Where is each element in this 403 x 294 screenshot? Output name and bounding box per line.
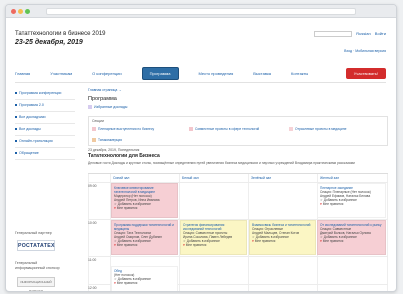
- schedule-grid: Синий зал Белый зал Зелёный зал Желтый з…: [88, 173, 388, 291]
- nav-contacts[interactable]: Контакты: [291, 71, 308, 76]
- session-title[interactable]: Программа поддержки тататехнологий и мед…: [114, 223, 175, 231]
- section-label: Совместные проекты в сфере технологий: [195, 127, 260, 131]
- favorites-link[interactable]: Избранные доклады: [88, 105, 386, 110]
- sidebar-item-talks[interactable]: Все доклады: [15, 124, 75, 136]
- section-label: Отраслевые проекты в медицине: [295, 127, 347, 131]
- like-link[interactable]: ♥ Мне нравится: [114, 206, 175, 210]
- heart-icon: ♥: [114, 243, 116, 247]
- language-switch[interactable]: Russian: [356, 31, 370, 36]
- sections-filter: Секции Пленарные выступления по бизнесу …: [88, 116, 388, 146]
- like-label: Мне нравится: [116, 281, 138, 285]
- session-card[interactable]: Программа поддержки тататехнологий и мед…: [111, 220, 178, 255]
- header-links[interactable]: Вход · Мобильная версия: [344, 49, 386, 54]
- sidebar-item-program[interactable]: Программа конференции: [15, 88, 75, 100]
- column-header: Синий зал: [113, 176, 130, 180]
- section-joint[interactable]: Совместные проекты в сфере технологий: [189, 127, 269, 131]
- like-label: Мне нравится: [116, 206, 138, 210]
- section-swatch: [189, 127, 193, 131]
- section-plenary[interactable]: Пленарные выступления по бизнесу: [92, 127, 162, 131]
- like-link[interactable]: ♥ Мне нравится: [252, 239, 313, 243]
- favorites-icon: [88, 105, 92, 110]
- session-card[interactable]: Ключевое инвестирование тататехнологий в…: [111, 183, 178, 218]
- general-partner-label: Генеральный партнер: [15, 231, 52, 235]
- session-card[interactable]: Стратегия финансирования исследований те…: [180, 220, 247, 255]
- heart-icon: ♥: [320, 239, 322, 243]
- section-commerce[interactable]: Татакоммерция: [92, 138, 172, 142]
- section-label: Татакоммерция: [98, 138, 122, 142]
- time-label: 09:00: [88, 184, 97, 188]
- column-header: Желтый зал: [320, 176, 340, 180]
- sponsor-logo[interactable]: ИНФОРМАЦИОННЫЙ ПАРТНЕР: [17, 277, 55, 291]
- nav-about[interactable]: О конференции: [92, 71, 121, 76]
- like-label: Мне нравится: [322, 202, 344, 206]
- session-card[interactable]: Взаимосвязь бизнеса и тататехнологий Сек…: [249, 220, 316, 255]
- section-swatch: [92, 138, 96, 142]
- like-label: Мне нравится: [322, 239, 344, 243]
- window-titlebar: [6, 5, 396, 18]
- sidebar: Программа конференции Программа 2.0 Все …: [15, 88, 75, 160]
- like-link[interactable]: ♥ Мне нравится: [183, 243, 244, 247]
- section-industry[interactable]: Отраслевые проекты в медицине: [289, 127, 384, 131]
- nav-exhibition[interactable]: Выставка: [253, 71, 271, 76]
- like-label: Мне нравится: [116, 243, 138, 247]
- nav-home[interactable]: Главная: [15, 71, 30, 76]
- like-link[interactable]: ♥ Мне нравится: [320, 239, 383, 243]
- nav-participants[interactable]: Участникам: [50, 71, 72, 76]
- page-title: Программа: [88, 96, 117, 102]
- browser-window: Тататтехнологии в бизнесе 2019 23-25 дек…: [5, 4, 397, 292]
- section-swatch: [289, 127, 293, 131]
- like-label: Мне нравится: [254, 239, 276, 243]
- favorites-label: Избранные доклады: [94, 105, 128, 109]
- header-tools: Russian Войти: [314, 31, 386, 37]
- session-card[interactable]: Пленарное заседание Секция: Пленарные (Н…: [317, 183, 386, 218]
- time-label: 11:00: [88, 258, 97, 262]
- main-nav: Главная Участникам О конференции Програм…: [15, 65, 386, 83]
- search-input[interactable]: [314, 31, 353, 37]
- maximize-dot-icon[interactable]: [25, 9, 30, 14]
- session-card[interactable]: От исследований тататехнологий к рынку С…: [317, 220, 386, 255]
- time-label: 12:00: [88, 286, 97, 290]
- nav-venue[interactable]: Место проведения: [199, 71, 234, 76]
- minimize-dot-icon[interactable]: [18, 9, 23, 14]
- sidebar-item-stream[interactable]: Онлайн-трансляция: [15, 136, 75, 148]
- like-link[interactable]: ♥ Мне нравится: [114, 243, 175, 247]
- sidebar-item-program2[interactable]: Программа 2.0: [15, 100, 75, 112]
- column-header: Зелёный зал: [251, 176, 272, 180]
- partner-logo[interactable]: РОСТАТАТЕХ: [17, 240, 55, 251]
- sidebar-item-speakers[interactable]: Все докладчики: [15, 112, 75, 124]
- site-title: Тататтехнологии в бизнесе 2019: [15, 31, 106, 37]
- section-swatch: [92, 127, 96, 131]
- nav-program[interactable]: Программа: [141, 67, 179, 80]
- heart-icon: ♥: [183, 243, 185, 247]
- breadcrumb[interactable]: Главная страница →: [88, 88, 386, 93]
- like-link[interactable]: ♥ Мне нравится: [114, 281, 175, 285]
- login-link[interactable]: Войти: [375, 31, 386, 36]
- section-label: Пленарные выступления по бизнесу: [98, 127, 155, 131]
- heart-icon: ♥: [114, 206, 116, 210]
- info-sponsor-label: Генеральный информационный спонсор: [15, 261, 60, 270]
- like-link[interactable]: ♥ Мне нравится: [320, 202, 383, 206]
- heart-icon: ♥: [320, 202, 322, 206]
- conference-description: Деловые гости Доклады и круглые столы, п…: [88, 161, 355, 165]
- heart-icon: ♥: [114, 281, 116, 285]
- session-card[interactable]: Обед (Нет полосок) ☆ Добавить в избранно…: [111, 266, 178, 291]
- time-label: 10:00: [88, 221, 97, 225]
- close-dot-icon[interactable]: [11, 9, 16, 14]
- main-content: Главная страница → Программа Избранные д…: [88, 88, 386, 110]
- event-dates: 23-25 декабря, 2019: [15, 39, 83, 46]
- page: Тататтехнологии в бизнесе 2019 23-25 дек…: [6, 18, 396, 291]
- participate-button[interactable]: Участвовать!: [345, 68, 386, 79]
- column-header: Белый зал: [182, 176, 199, 180]
- sidebar-item-appeal[interactable]: Обращение: [15, 148, 75, 160]
- session-title[interactable]: Ключевое инвестирование тататехнологий в…: [114, 186, 175, 194]
- sections-label: Секции: [92, 119, 104, 123]
- session-title[interactable]: Стратегия финансирования исследований те…: [183, 223, 244, 231]
- heart-icon: ♥: [252, 239, 254, 243]
- conference-title: Тататехнологии для Бизнеса: [88, 153, 160, 159]
- like-label: Мне нравится: [185, 243, 207, 247]
- address-bar[interactable]: [46, 8, 356, 15]
